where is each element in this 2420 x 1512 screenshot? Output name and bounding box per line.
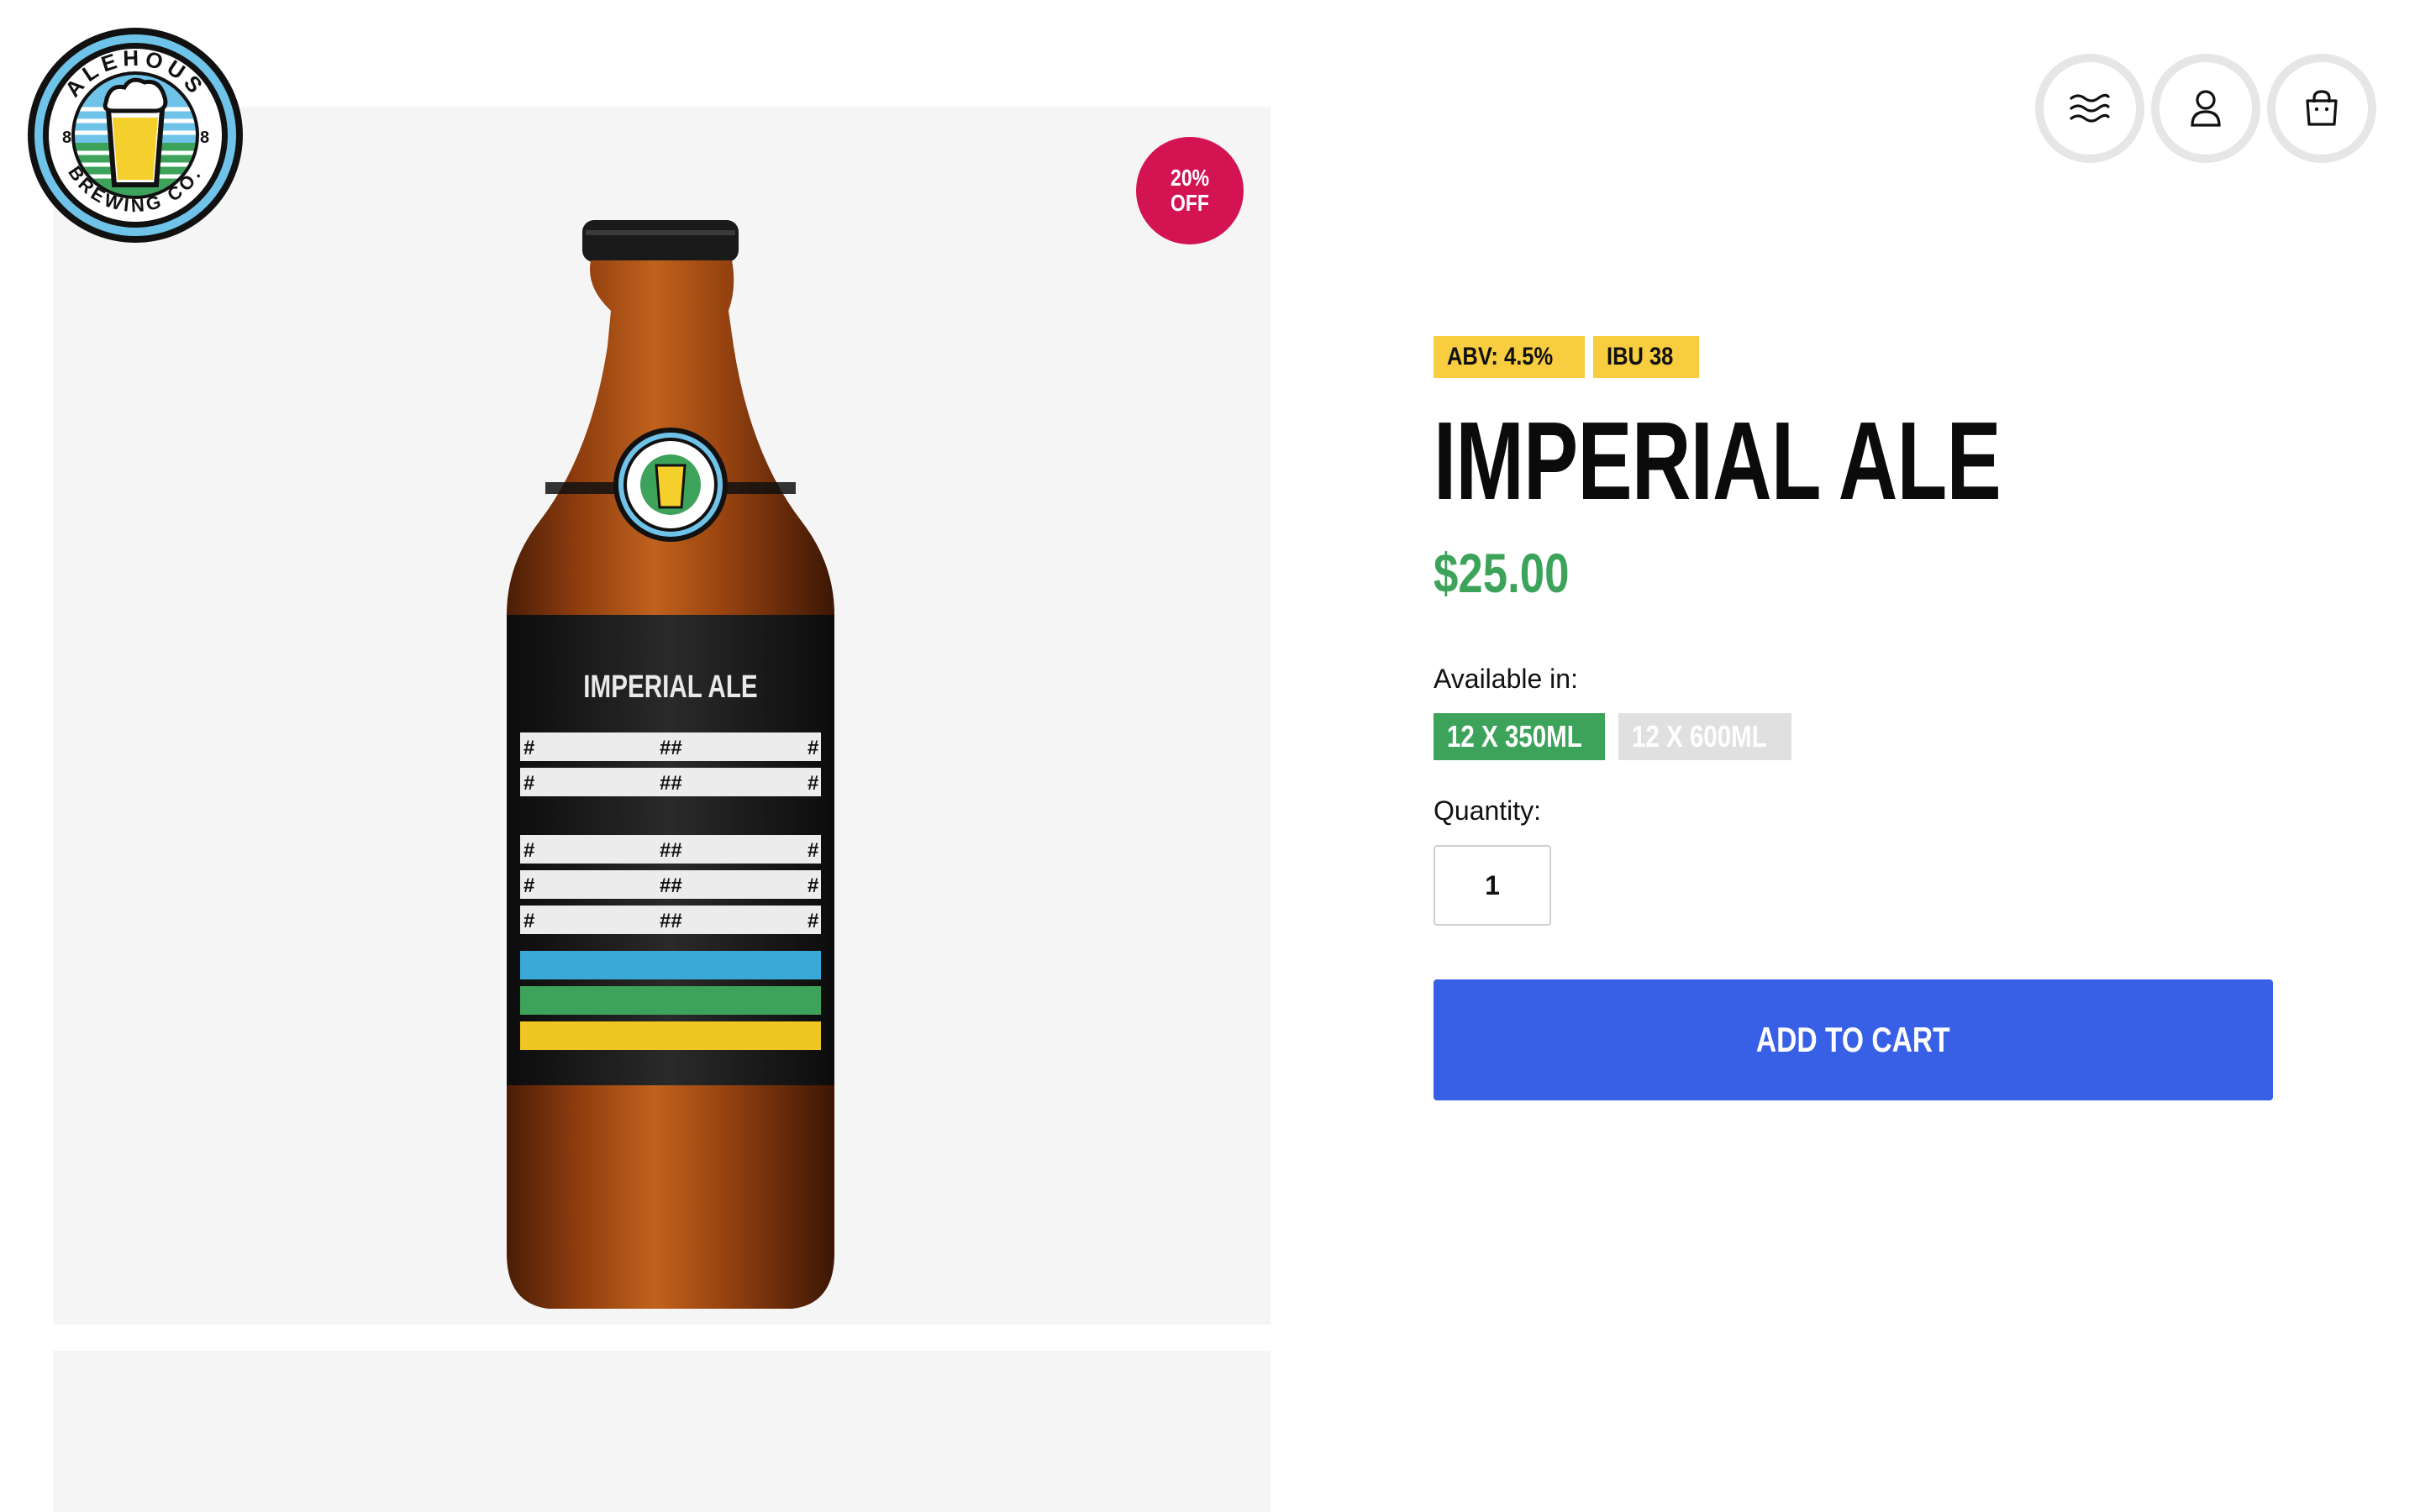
brand-logo[interactable]: ALEHOUS BREWING CO. 8 8 xyxy=(25,25,245,245)
ibu-tag: IBU 38 xyxy=(1593,336,1699,378)
product-price: $25.00 xyxy=(1434,542,1570,604)
svg-text:##: ## xyxy=(660,737,682,759)
abv-tag-text: ABV: 4.5% xyxy=(1447,343,1554,370)
svg-text:#: # xyxy=(523,910,534,932)
svg-text:#: # xyxy=(808,737,818,759)
svg-text:#: # xyxy=(808,910,818,932)
svg-text:##: ## xyxy=(660,772,682,795)
svg-text:#: # xyxy=(523,772,534,795)
discount-badge: 20% OFF xyxy=(1136,137,1244,244)
svg-text:#: # xyxy=(808,772,818,795)
svg-text:#: # xyxy=(523,737,534,759)
size-option-label: 12 X 600ML xyxy=(1632,719,1767,753)
menu-waves-icon xyxy=(2070,93,2110,123)
discount-off: OFF xyxy=(1171,190,1209,216)
size-option-label: 12 X 350ML xyxy=(1447,719,1582,753)
quantity-label: Quantity: xyxy=(1434,795,1542,826)
beer-bottle-image: IMPERIAL ALE # ## # # ## # # ## # # ## # # ## # xyxy=(507,220,834,1309)
product-tags: ABV: 4.5% IBU 38 xyxy=(1434,336,2274,378)
account-button[interactable] xyxy=(2151,54,2260,163)
abv-tag: ABV: 4.5% xyxy=(1434,336,1586,378)
svg-text:#: # xyxy=(808,839,818,862)
add-to-cart-label: ADD TO CART xyxy=(1756,1020,1950,1059)
svg-text:8: 8 xyxy=(62,129,71,147)
header-actions xyxy=(2035,54,2376,163)
ibu-tag-text: IBU 38 xyxy=(1607,343,1674,370)
user-icon xyxy=(2191,90,2221,127)
product-title: IMPERIAL ALE xyxy=(1434,399,2002,522)
product-image-panel: 20% OFF IMPERIAL ALE # ## # # ## # # ## … xyxy=(53,107,1270,1325)
product-image-panel-secondary xyxy=(53,1351,1270,1512)
shopping-bag-icon xyxy=(2306,90,2338,126)
bottle-label-text: IMPERIAL ALE xyxy=(583,669,757,705)
quantity-input[interactable]: 1 xyxy=(1434,845,1551,926)
size-options: 12 X 350ML 12 X 600ML xyxy=(1434,713,2274,760)
svg-text:#: # xyxy=(523,874,534,897)
svg-text:##: ## xyxy=(660,910,682,932)
size-option-600ml[interactable]: 12 X 600ML xyxy=(1618,713,1791,760)
product-info: ABV: 4.5% IBU 38 IMPERIAL ALE $25.00 Ava… xyxy=(1434,336,2274,1100)
svg-text:8: 8 xyxy=(200,129,209,147)
svg-text:#: # xyxy=(523,839,534,862)
size-option-350ml[interactable]: 12 X 350ML xyxy=(1434,713,1605,760)
available-label: Available in: xyxy=(1434,664,1578,694)
add-to-cart-button[interactable]: ADD TO CART xyxy=(1434,979,2273,1100)
brewery-badge-icon: ALEHOUS BREWING CO. 8 8 xyxy=(28,28,243,243)
discount-percent: 20% xyxy=(1171,165,1209,191)
svg-text:#: # xyxy=(808,874,818,897)
menu-button[interactable] xyxy=(2035,54,2144,163)
svg-text:##: ## xyxy=(660,839,682,862)
cart-button[interactable] xyxy=(2267,54,2376,163)
svg-text:##: ## xyxy=(660,874,682,897)
